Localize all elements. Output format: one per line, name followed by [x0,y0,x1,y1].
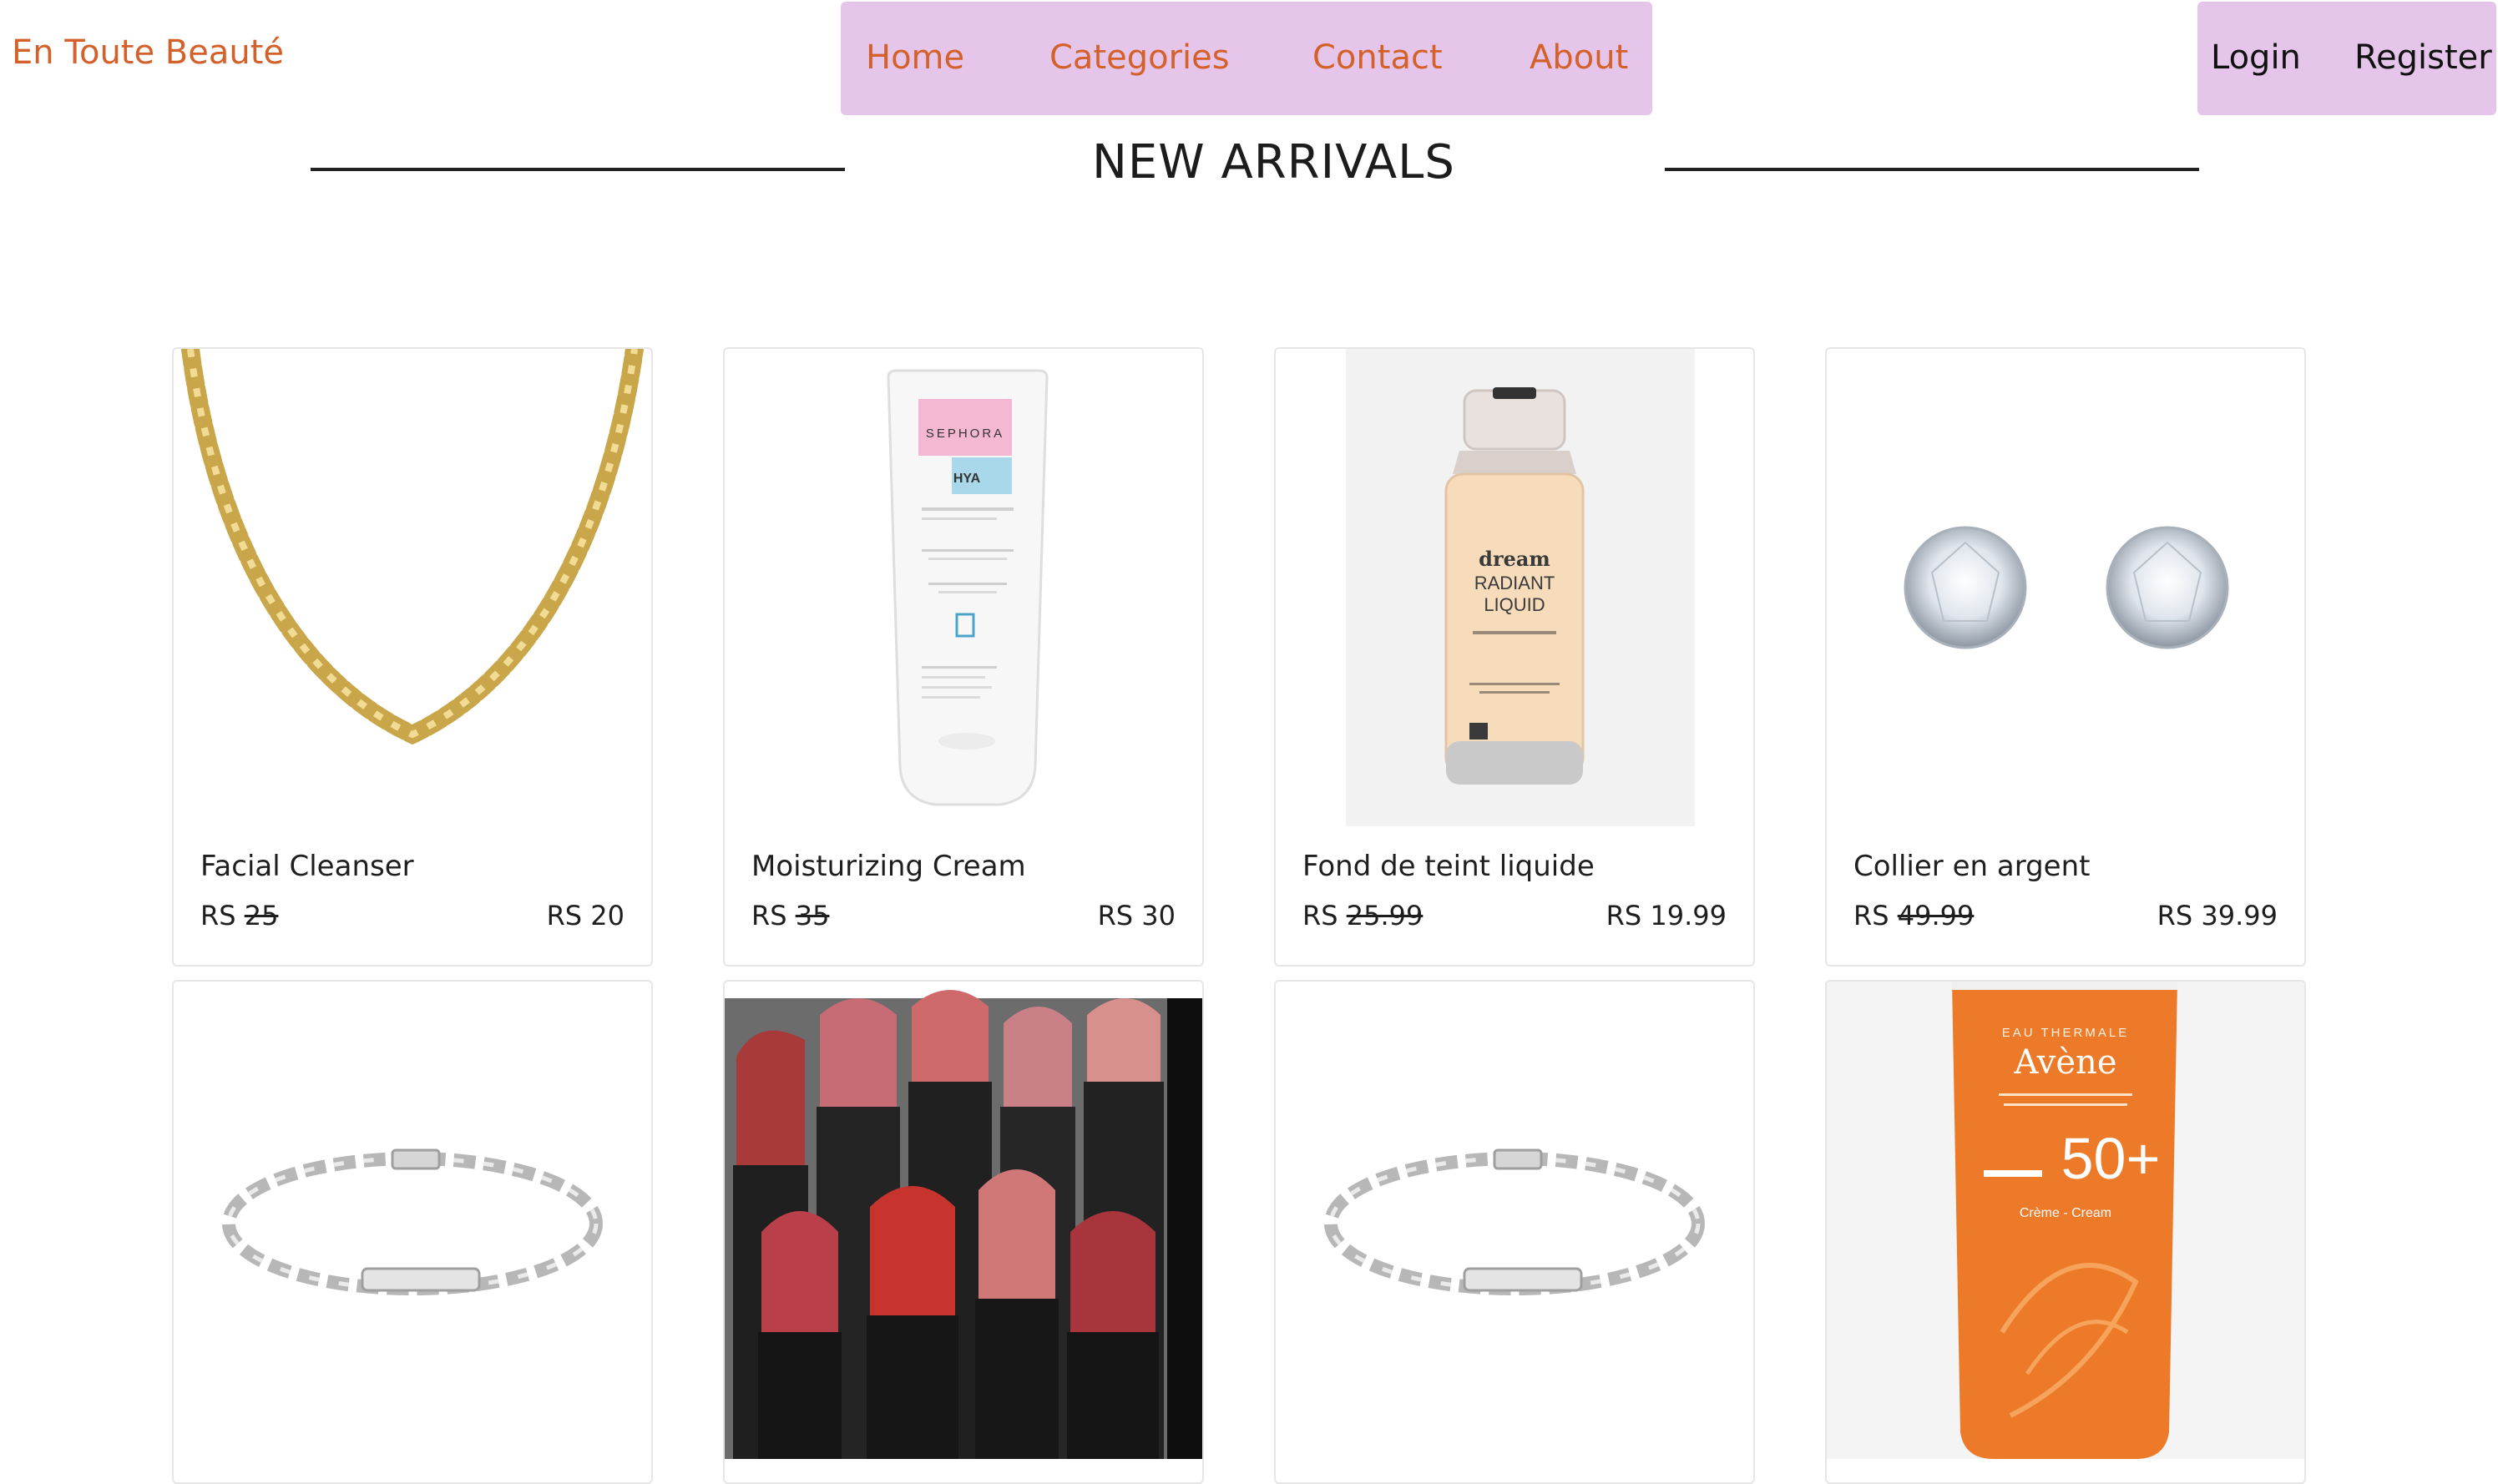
product-price: RS 39.99 [2157,900,2278,931]
product-card[interactable] [1274,980,1755,1484]
section-title: NEW ARRIVALS [1092,135,1455,189]
product-old-price: RS 35 [751,900,830,931]
product-card[interactable]: Facial Cleanser RS 25 RS 20 [172,347,653,967]
nav-categories-link[interactable]: Categories [1049,38,1230,77]
product-card[interactable] [723,980,1204,1484]
product-price: RS 20 [546,900,624,931]
product-name: Moisturizing Cream [751,850,1026,883]
sephora-brand-text: SEPHORA [926,427,1004,441]
product-old-price: RS 25.99 [1302,900,1423,931]
product-old-price: RS 49.99 [1853,900,1975,931]
product-name: Collier en argent [1853,850,2091,883]
product-name: Fond de teint liquide [1302,850,1595,883]
product-card[interactable]: Collier en argent RS 49.99 RS 39.99 [1825,347,2306,967]
maybelline-line2: RADIANT [1474,573,1555,593]
product-name: Facial Cleanser [200,850,414,883]
heading-divider-right [1665,168,2199,171]
avene-spf-text: 50+ [2061,1126,2161,1191]
avene-top-text: EAU THERMALE [2002,1026,2129,1040]
register-link[interactable]: Register [2354,38,2492,77]
heading-divider-left [311,168,845,171]
auth-nav: Login Register [2197,2,2496,115]
product-old-price: RS 25 [200,900,279,931]
product-price: RS 19.99 [1605,900,1727,931]
gold-chain-necklace-image [174,349,651,826]
sephora-tube-image: SEPHORA HYA [725,349,1202,826]
silver-bracelet-image [1276,982,1753,1459]
avene-brand-text: Avène [2014,1043,2117,1082]
main-nav: Home Categories Contact About [841,2,1652,115]
product-card[interactable]: dream RADIANT LIQUID Fond de teint liqui… [1274,347,1755,967]
product-card[interactable]: SEPHORA HYA Moisturizing Cream RS 35 RS … [723,347,1204,967]
silver-bracelet-image [174,982,651,1459]
maybelline-line1: dream [1479,547,1550,571]
foundation-bottle-image: dream RADIANT LIQUID [1276,349,1753,826]
maybelline-line3: LIQUID [1484,594,1545,615]
product-card[interactable] [172,980,653,1484]
sephora-hya-text: HYA [953,472,981,486]
product-card[interactable]: EAU THERMALE Avène 50+ Crème - Cream [1825,980,2306,1484]
avene-sunscreen-image: EAU THERMALE Avène 50+ Crème - Cream [1827,982,2304,1459]
login-link[interactable]: Login [2211,38,2301,77]
lipsticks-image [725,982,1202,1459]
nav-contact-link[interactable]: Contact [1312,38,1443,77]
diamond-earrings-image [1827,349,2304,826]
product-price: RS 30 [1097,900,1176,931]
brand-logo[interactable]: En Toute Beauté [12,33,284,72]
avene-sub-text: Crème - Cream [2020,1206,2111,1220]
nav-home-link[interactable]: Home [866,38,964,77]
nav-about-link[interactable]: About [1530,38,1628,77]
